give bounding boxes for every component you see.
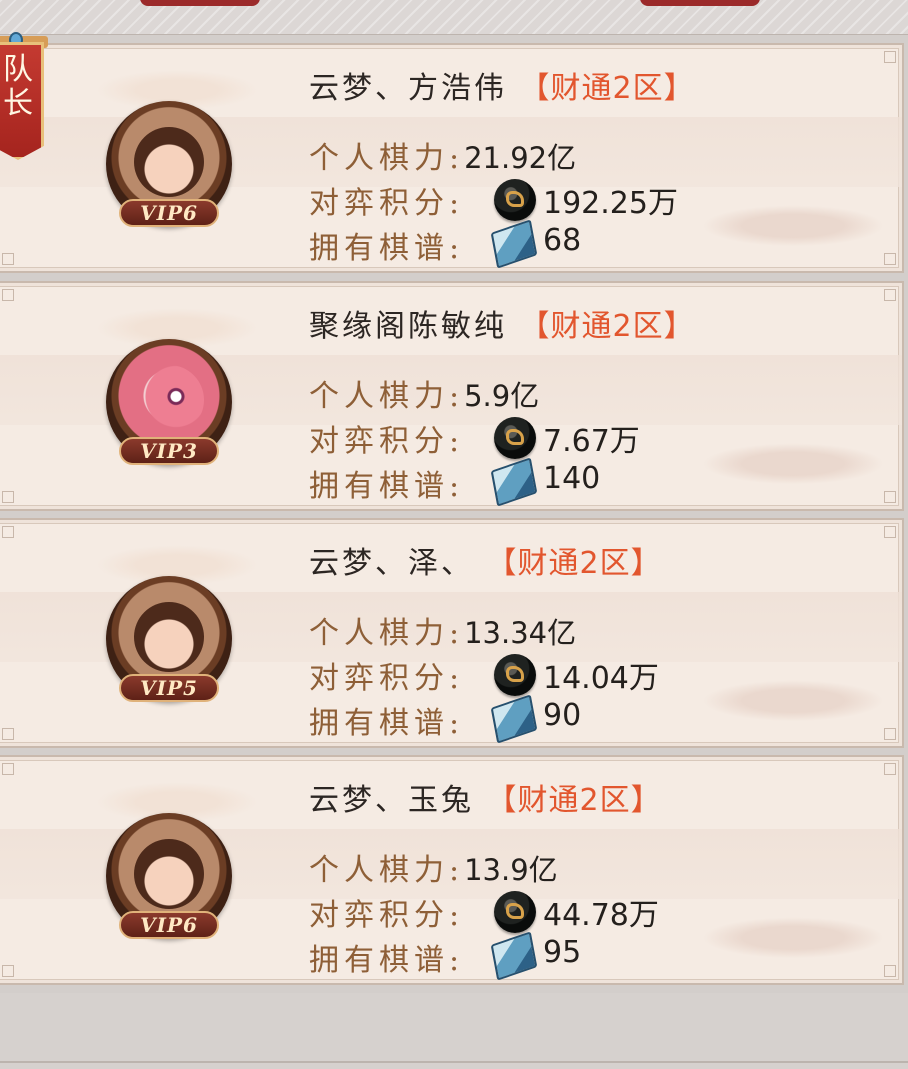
avatar-portrait [134, 127, 204, 197]
chess-manual-book-icon [490, 931, 538, 981]
card-corner [2, 965, 14, 977]
bottom-empty-area [0, 993, 908, 1069]
power-value: 13.9亿 [464, 853, 558, 887]
score-label: 对弈积分: [309, 898, 465, 933]
card-corner [884, 526, 896, 538]
card-corner [2, 253, 14, 265]
server-tag: 【财通2区】 [486, 546, 662, 581]
manual-value: 140 [543, 461, 601, 496]
go-stone-icon [494, 179, 536, 221]
avatar-portrait [134, 365, 204, 435]
top-header-strip [0, 0, 908, 35]
manual-label: 拥有棋谱: [309, 231, 465, 266]
card-corner [884, 491, 896, 503]
score-value: 14.04万 [543, 661, 659, 696]
manual-value: 68 [543, 223, 582, 258]
manual-label: 拥有棋谱: [309, 469, 465, 504]
score-value: 192.25万 [543, 186, 678, 221]
card-corner [884, 965, 896, 977]
header-tab-right [640, 0, 760, 6]
member-card[interactable]: VIP5 云梦、泽、 【财通2区】 个人棋力:13.34亿 对弈积分: 14.0… [0, 518, 904, 748]
score-label: 对弈积分: [309, 661, 465, 696]
power-row: 个人棋力:5.9亿 [309, 371, 539, 415]
go-stone-icon [494, 891, 536, 933]
member-name-text: 聚缘阁陈敏纯 [309, 309, 507, 344]
vip-badge: VIP6 [119, 199, 219, 227]
power-label: 个人棋力: [309, 616, 465, 651]
score-value: 44.78万 [543, 898, 659, 933]
server-tag: 【财通2区】 [519, 309, 695, 344]
card-corner [884, 763, 896, 775]
chess-manual-book-icon [490, 219, 538, 269]
avatar-portrait [134, 602, 204, 672]
avatar-portrait [134, 839, 204, 909]
member-name: 聚缘阁陈敏纯 【财通2区】 [309, 301, 695, 345]
manual-label: 拥有棋谱: [309, 943, 465, 978]
member-card[interactable]: VIP3 聚缘阁陈敏纯 【财通2区】 个人棋力:5.9亿 对弈积分: 7.67万… [0, 281, 904, 511]
go-stone-icon [494, 417, 536, 459]
power-value: 5.9亿 [464, 379, 540, 413]
member-name: 云梦、玉兔 【财通2区】 [309, 775, 662, 819]
captain-flag: 队 长 [0, 42, 44, 160]
chess-manual-book-icon [490, 694, 538, 744]
member-name-text: 云梦、玉兔 [309, 783, 474, 818]
member-name: 云梦、方浩伟 【财通2区】 [309, 63, 695, 107]
power-label: 个人棋力: [309, 853, 465, 888]
power-label: 个人棋力: [309, 141, 465, 176]
power-row: 个人棋力:21.92亿 [309, 133, 576, 177]
card-corner [2, 526, 14, 538]
go-stone-icon [494, 654, 536, 696]
card-corner [2, 763, 14, 775]
server-tag: 【财通2区】 [486, 783, 662, 818]
header-tab-left [140, 0, 260, 6]
member-name: 云梦、泽、 【财通2区】 [309, 538, 662, 582]
vip-badge: VIP5 [119, 674, 219, 702]
score-label: 对弈积分: [309, 186, 465, 221]
card-corner [884, 289, 896, 301]
power-value: 21.92亿 [464, 141, 577, 175]
card-corner [2, 728, 14, 740]
card-corner [884, 728, 896, 740]
vip-badge: VIP3 [119, 437, 219, 465]
server-tag: 【财通2区】 [519, 71, 695, 106]
power-label: 个人棋力: [309, 379, 465, 414]
manual-label: 拥有棋谱: [309, 706, 465, 741]
card-corner [884, 51, 896, 63]
member-name-text: 云梦、泽、 [309, 546, 474, 581]
power-value: 13.34亿 [464, 616, 577, 650]
power-row: 个人棋力:13.34亿 [309, 608, 576, 652]
member-card[interactable]: VIP6 云梦、玉兔 【财通2区】 个人棋力:13.9亿 对弈积分: 44.78… [0, 755, 904, 985]
card-corner [2, 289, 14, 301]
member-card[interactable]: VIP6 云梦、方浩伟 【财通2区】 个人棋力:21.92亿 对弈积分: 192… [0, 43, 904, 273]
card-corner [2, 491, 14, 503]
manual-value: 95 [543, 935, 582, 970]
power-row: 个人棋力:13.9亿 [309, 845, 558, 889]
manual-value: 90 [543, 698, 582, 733]
score-value: 7.67万 [543, 424, 640, 459]
member-name-text: 云梦、方浩伟 [309, 71, 507, 106]
vip-badge: VIP6 [119, 911, 219, 939]
card-corner [884, 253, 896, 265]
score-label: 对弈积分: [309, 424, 465, 459]
chess-manual-book-icon [490, 457, 538, 507]
bottom-divider [0, 1061, 908, 1063]
